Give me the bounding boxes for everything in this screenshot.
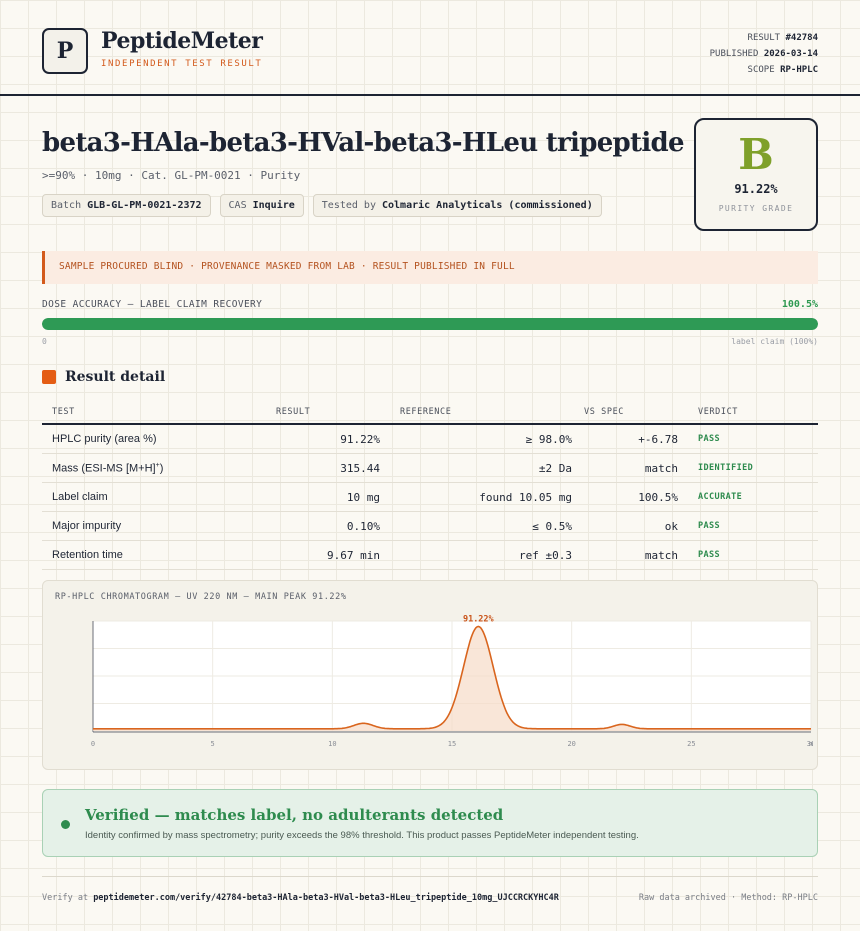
brand-subtitle: INDEPENDENT TEST RESULT: [101, 59, 263, 69]
batch-chip-value: GLB-GL-PM-0021-2372: [87, 200, 202, 211]
grade-value: 91.22%: [734, 182, 778, 196]
section-title: Result detail: [65, 369, 166, 385]
cell-vs-spec: 100.5%: [638, 490, 678, 504]
chromatogram-title: RP-HPLC CHROMATOGRAM — UV 220 NM — MAIN …: [55, 592, 347, 602]
section-marker-icon: [42, 370, 56, 384]
purity-grade-card: B 91.22% PURITY GRADE: [694, 118, 818, 231]
col-test-header: TEST: [52, 406, 75, 417]
x-tick-label: 10: [328, 740, 336, 748]
table-row: Mass (ESI-MS [M+H]+) 315.44 ±2 Da match …: [42, 454, 818, 483]
cell-vs-spec: ok: [664, 519, 678, 533]
dose-accuracy-value: 100.5%: [781, 299, 818, 310]
cell-test: Mass (ESI-MS [M+H]+): [42, 462, 268, 475]
result-id-label: RESULT: [747, 33, 781, 43]
cell-test-suffix: ): [159, 462, 164, 475]
cell-test: HPLC purity (area %): [52, 433, 157, 445]
col-result-header: RESULT: [276, 406, 311, 417]
cas-chip-label: CAS: [228, 200, 247, 211]
batch-chip: Batch GLB-GL-PM-0021-2372: [42, 194, 211, 217]
published-label: PUBLISHED: [709, 49, 759, 59]
cell-verdict: IDENTIFIED: [698, 463, 754, 473]
table-row: HPLC purity (area %) 91.22% ≥ 98.0% +-6.…: [42, 425, 818, 454]
procurement-notice: SAMPLE PROCURED BLIND · PROVENANCE MASKE…: [42, 251, 818, 284]
result-meta: RESULT #42784 PUBLISHED 2026-03-14 SCOPE…: [710, 30, 818, 78]
verified-status-icon: [61, 820, 70, 829]
x-tick-label: 15: [448, 740, 456, 748]
cell-result: 91.22%: [340, 432, 380, 446]
cell-reference: found 10.05 mg: [479, 490, 572, 504]
dose-bar-max-label: label claim (100%): [731, 337, 818, 346]
cell-verdict: PASS: [698, 550, 721, 560]
cell-test: Major impurity: [52, 520, 122, 532]
scope-label: SCOPE: [747, 65, 775, 75]
col-verdict-header: VERDICT: [698, 406, 739, 417]
cell-test: Label claim: [52, 491, 108, 503]
cell-reference: ref ±0.3: [519, 548, 572, 562]
cell-vs-spec: +-6.78: [638, 432, 678, 446]
cell-result: 9.67 min: [327, 548, 380, 562]
verification-banner: Verified — matches label, no adulterants…: [42, 789, 818, 857]
tested-by-chip-label: Tested by: [321, 200, 376, 211]
cell-result: 315.44: [340, 461, 380, 475]
x-tick-label: 0: [91, 740, 95, 748]
footer-divider: [42, 876, 818, 877]
brand-name[interactable]: PeptideMeter: [101, 28, 263, 54]
dose-accuracy-label: DOSE ACCURACY — LABEL CLAIM RECOVERY: [42, 299, 263, 310]
cell-test: Retention time: [52, 549, 123, 561]
product-title: beta3-HAla-beta3-HVal-beta3-HLeu tripept…: [42, 128, 685, 158]
batch-chip-label: Batch: [51, 200, 82, 211]
logo-mark: P: [42, 28, 88, 74]
cell-test-text: Mass (ESI-MS [M+H]: [52, 462, 156, 475]
chromatogram-card: RP-HPLC CHROMATOGRAM — UV 220 NM — MAIN …: [42, 580, 818, 770]
results-table: TEST RESULT REFERENCE VS SPEC VERDICT HP…: [42, 400, 818, 570]
table-row: Label claim 10 mg found 10.05 mg 100.5% …: [42, 483, 818, 512]
x-tick-label: 25: [687, 740, 695, 748]
cell-verdict: ACCURATE: [698, 492, 743, 502]
x-tick-label: 20: [567, 740, 575, 748]
product-chips: Batch GLB-GL-PM-0021-2372 CAS Inquire Te…: [42, 194, 602, 217]
table-row: Major impurity 0.10% ≤ 0.5% ok PASS: [42, 512, 818, 541]
header-divider: [0, 94, 860, 96]
verify-link-line: Verify at peptidemeter.com/verify/42784-…: [42, 893, 559, 903]
cell-reference: ±2 Da: [538, 461, 572, 475]
cas-chip: CAS Inquire: [219, 194, 304, 217]
product-subtitle: >=90% · 10mg · Cat. GL-PM-0021 · Purity: [42, 169, 301, 182]
grade-label: PURITY GRADE: [718, 204, 794, 213]
scope-value: RP-HPLC: [780, 65, 818, 75]
cas-chip-value: Inquire: [252, 200, 295, 211]
col-vs-spec-header: VS SPEC: [584, 406, 625, 417]
main-peak-label: 91.22%: [463, 615, 495, 625]
dose-progress-track: [42, 318, 818, 330]
cell-reference: ≤ 0.5%: [532, 519, 572, 533]
published-date: 2026-03-14: [763, 49, 818, 59]
cell-verdict: PASS: [698, 434, 721, 444]
cell-reference: ≥ 98.0%: [525, 432, 572, 446]
col-reference-header: REFERENCE: [400, 406, 452, 417]
dose-bar-min-label: 0: [42, 337, 47, 346]
cell-result: 0.10%: [346, 519, 380, 533]
table-header: TEST RESULT REFERENCE VS SPEC VERDICT: [42, 400, 818, 425]
result-id: #42784: [785, 33, 818, 43]
tested-by-chip-value: Colmaric Analyticals (commissioned): [382, 200, 593, 211]
x-axis-unit-label: min: [809, 740, 813, 748]
chromatogram-chart: 91.22%051015202530min: [91, 615, 813, 749]
verified-title: Verified — matches label, no adulterants…: [85, 806, 504, 824]
x-tick-label: 5: [211, 740, 215, 748]
verified-subtitle: Identity confirmed by mass spectrometry;…: [85, 830, 639, 841]
verify-url-link[interactable]: peptidemeter.com/verify/42784-beta3-HAla…: [93, 893, 559, 903]
verify-prefix: Verify at: [42, 893, 89, 903]
footer-method-note: Raw data archived · Method: RP-HPLC: [638, 893, 818, 903]
cell-verdict: PASS: [698, 521, 721, 531]
grade-letter: B: [738, 130, 774, 179]
tested-by-chip: Tested by Colmaric Analyticals (commissi…: [312, 194, 602, 217]
table-row: Retention time 9.67 min ref ±0.3 match P…: [42, 541, 818, 570]
cell-vs-spec: match: [644, 548, 678, 562]
dose-progress-fill: [42, 318, 818, 330]
cell-result: 10 mg: [346, 490, 380, 504]
cell-vs-spec: match: [644, 461, 678, 475]
